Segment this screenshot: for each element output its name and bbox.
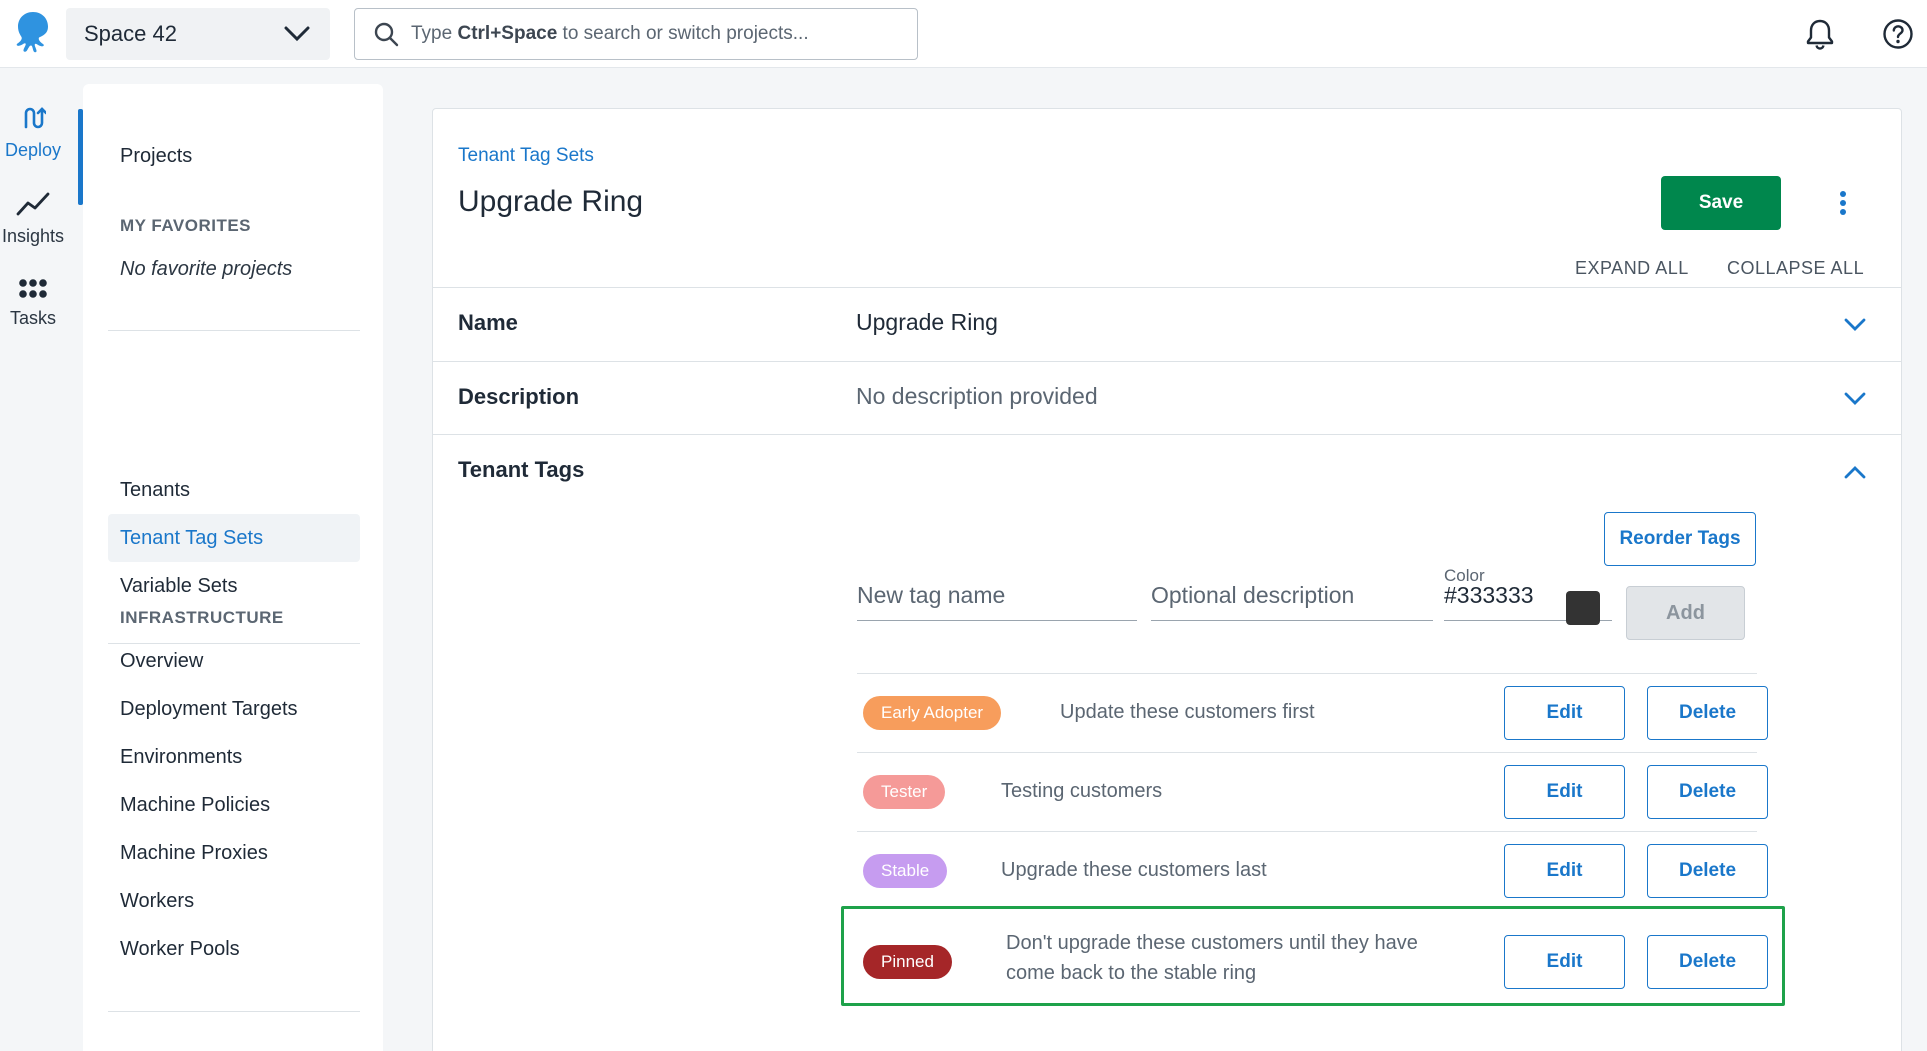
delete-tag-button[interactable]: Delete xyxy=(1647,686,1768,740)
notifications-bell-icon[interactable] xyxy=(1800,14,1840,54)
tag-description: Don't upgrade these customers until they… xyxy=(1006,932,1418,984)
chevron-up-icon[interactable] xyxy=(1840,457,1870,487)
deploy-icon xyxy=(20,105,48,136)
sidebar-item-deployment-targets[interactable]: Deployment Targets xyxy=(108,685,360,733)
tag-description: Upgrade these customers last xyxy=(1001,859,1267,881)
search-icon xyxy=(371,19,401,49)
name-label: Name xyxy=(458,310,518,335)
tag-description: Testing customers xyxy=(1001,780,1163,802)
add-tag-button: Add xyxy=(1626,586,1745,640)
sidebar-item-workers[interactable]: Workers xyxy=(108,877,360,925)
tag-chip: Early Adopter xyxy=(863,696,1002,730)
save-button[interactable]: Save xyxy=(1661,176,1781,230)
space-name: Space 42 xyxy=(84,21,177,46)
tag-description-field[interactable] xyxy=(1151,571,1433,621)
search-input[interactable]: Type Ctrl+Space to search or switch proj… xyxy=(354,8,918,60)
edit-tag-button[interactable]: Edit xyxy=(1504,844,1625,898)
help-icon[interactable] xyxy=(1878,14,1918,54)
chevron-down-icon[interactable] xyxy=(1840,310,1870,340)
rail-item-deploy[interactable]: Deploy xyxy=(0,105,66,161)
sidebar-item-machine-policies[interactable]: Machine Policies xyxy=(108,781,360,829)
page-title: Upgrade Ring xyxy=(458,185,644,218)
delete-tag-button[interactable]: Delete xyxy=(1647,935,1768,989)
sidebar-item-machine-proxies[interactable]: Machine Proxies xyxy=(108,829,360,877)
chevron-down-icon xyxy=(282,19,312,49)
delete-tag-button[interactable]: Delete xyxy=(1647,765,1768,819)
tasks-icon xyxy=(18,277,48,304)
sidebar-item-environments[interactable]: Environments xyxy=(108,733,360,781)
tag-chip: Stable xyxy=(863,854,948,888)
sidebar-divider xyxy=(108,330,360,331)
breadcrumb[interactable]: Tenant Tag Sets xyxy=(458,145,594,167)
delete-tag-button[interactable]: Delete xyxy=(1647,844,1768,898)
favorites-empty-text: No favorite projects xyxy=(120,258,293,280)
description-row[interactable]: Description No description provided xyxy=(433,361,1901,434)
favorites-heading: MY FAVORITES xyxy=(120,216,252,235)
sidebar-item-worker-pools[interactable]: Worker Pools xyxy=(108,925,360,973)
tenant-tags-label: Tenant Tags xyxy=(458,457,585,482)
expand-all-button[interactable]: EXPAND ALL xyxy=(1575,258,1689,279)
sidebar-item-variable-sets[interactable]: Variable Sets xyxy=(108,562,360,610)
secondary-sidebar: Projects MY FAVORITES No favorite projec… xyxy=(83,84,383,1051)
color-swatch[interactable] xyxy=(1566,591,1600,625)
space-switcher[interactable]: Space 42 xyxy=(66,8,330,60)
search-placeholder: Type Ctrl+Space to search or switch proj… xyxy=(411,23,809,44)
edit-tag-button[interactable]: Edit xyxy=(1504,686,1625,740)
sidebar-item-tenant-tag-sets[interactable]: Tenant Tag Sets xyxy=(108,514,360,562)
sidebar-item-tenants[interactable]: Tenants xyxy=(108,466,360,514)
tag-row: Tester Testing customers Edit Delete xyxy=(857,752,1768,831)
primary-nav-rail: Deploy Insights Tasks xyxy=(0,69,83,1051)
edit-tag-button[interactable]: Edit xyxy=(1504,765,1625,819)
description-value: No description provided xyxy=(856,383,1098,409)
name-row[interactable]: Name Upgrade Ring xyxy=(433,287,1901,361)
more-options-icon[interactable] xyxy=(1825,183,1861,223)
tag-row: Stable Upgrade these customers last Edit… xyxy=(857,831,1768,911)
tag-set-card: Tenant Tag Sets Upgrade Ring Save EXPAND… xyxy=(432,108,1902,1051)
chevron-down-icon[interactable] xyxy=(1840,384,1870,414)
collapse-all-button[interactable]: COLLAPSE ALL xyxy=(1727,258,1864,279)
sidebar-item-projects[interactable]: Projects xyxy=(108,132,360,180)
rail-item-insights[interactable]: Insights xyxy=(0,191,66,247)
chart-line-icon xyxy=(16,191,50,222)
tag-chip: Tester xyxy=(863,775,946,809)
octopus-logo-icon[interactable] xyxy=(8,7,58,59)
tag-chip: Pinned xyxy=(863,945,952,979)
tag-row: Pinned Don't upgrade these customers unt… xyxy=(857,911,1768,1009)
infrastructure-heading: INFRASTRUCTURE xyxy=(120,608,284,627)
sidebar-item-overview[interactable]: Overview xyxy=(108,637,360,685)
reorder-tags-button[interactable]: Reorder Tags xyxy=(1604,512,1756,566)
tag-row: Early Adopter Update these customers fir… xyxy=(857,673,1768,752)
rail-item-tasks[interactable]: Tasks xyxy=(0,277,66,329)
top-bar: Space 42 Type Ctrl+Space to search or sw… xyxy=(0,0,1927,68)
new-tag-name-field[interactable] xyxy=(857,571,1137,621)
description-label: Description xyxy=(458,384,580,409)
sidebar-divider xyxy=(108,1011,360,1012)
edit-tag-button[interactable]: Edit xyxy=(1504,935,1625,989)
name-value: Upgrade Ring xyxy=(856,309,998,335)
tag-description: Update these customers first xyxy=(1060,701,1315,723)
